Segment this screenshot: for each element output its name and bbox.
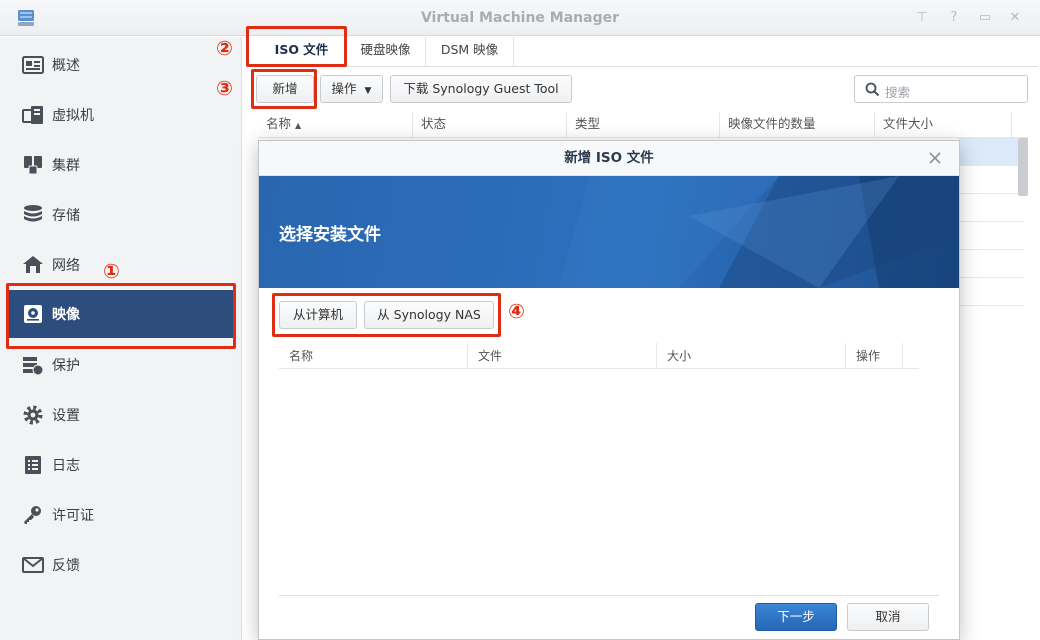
highlight-box-iso-tab <box>246 26 347 67</box>
close-icon[interactable]: ✕ <box>1007 10 1023 26</box>
table-row[interactable] <box>958 166 1024 194</box>
pin-icon[interactable]: ⊤ <box>914 10 930 26</box>
cancel-button[interactable]: 取消 <box>847 603 929 631</box>
sidebar-item-label: 集群 <box>52 158 80 174</box>
search-placeholder: 搜索 <box>885 85 911 100</box>
sort-asc-icon: ▲ <box>295 121 302 130</box>
sidebar-item-label: 虚拟机 <box>52 108 94 124</box>
sidebar-item-label: 概述 <box>52 58 80 74</box>
dialog-banner: 选择安装文件 <box>259 176 959 288</box>
grid-scrollbar[interactable] <box>1018 138 1028 196</box>
vm-icon <box>22 106 43 124</box>
add-iso-dialog: 新增 ISO 文件 选择安装文件 从计算机 从 Synology NAS 名称 … <box>258 140 960 640</box>
column-header-name[interactable]: 名称 <box>279 343 468 369</box>
column-header-action[interactable]: 操作 <box>846 343 903 369</box>
download-guest-tool-button[interactable]: 下载 Synology Guest Tool <box>390 75 572 103</box>
sidebar-item-storage[interactable]: 存储 <box>8 191 234 239</box>
title-bar: Virtual Machine Manager ⊤ ? ▭ ✕ <box>0 0 1040 36</box>
column-header-size[interactable]: 大小 <box>657 343 846 369</box>
column-header-file[interactable]: 文件 <box>468 343 657 369</box>
dialog-footer-divider <box>279 595 939 596</box>
tab-dsm-images[interactable]: DSM 映像 <box>426 37 514 67</box>
overview-icon <box>22 56 44 74</box>
table-row[interactable] <box>958 250 1024 278</box>
action-menu-button[interactable]: 操作 ▼ <box>320 75 383 103</box>
help-icon[interactable]: ? <box>946 10 962 26</box>
sidebar-item-label: 许可证 <box>52 508 94 524</box>
sidebar-item-label: 设置 <box>52 408 80 424</box>
sidebar-item-license[interactable]: 许可证 <box>8 491 234 539</box>
log-icon <box>25 456 41 474</box>
search-icon <box>865 82 880 97</box>
tab-bar: ISO 文件 硬盘映像 DSM 映像 <box>258 37 1038 67</box>
step-marker-3: ③ <box>216 76 233 100</box>
step-marker-4: ④ <box>508 299 525 323</box>
key-icon <box>24 506 41 524</box>
tab-disk-images[interactable]: 硬盘映像 <box>346 37 426 67</box>
column-header-name[interactable]: 名称 ▲ <box>258 112 413 138</box>
sidebar-item-overview[interactable]: 概述 <box>8 41 234 89</box>
window-title: Virtual Machine Manager <box>420 10 620 26</box>
storage-icon <box>24 205 42 222</box>
column-header-type[interactable]: 类型 <box>567 112 720 138</box>
column-header-size[interactable]: 文件大小 <box>875 112 1012 138</box>
sidebar-item-label: 网络 <box>52 258 80 274</box>
step-marker-2: ② <box>216 36 233 60</box>
search-input[interactable]: 搜索 <box>854 75 1028 103</box>
sidebar-item-label: 存储 <box>52 208 80 224</box>
action-label: 操作 <box>331 81 357 96</box>
table-row[interactable] <box>958 278 1024 306</box>
highlight-box-create <box>251 69 317 109</box>
column-header-status[interactable]: 状态 <box>413 112 567 138</box>
settings-icon <box>23 405 43 425</box>
image-grid-header: 名称 ▲ 状态 类型 映像文件的数量 文件大小 <box>258 112 1028 138</box>
maximize-icon[interactable]: ▭ <box>977 10 993 26</box>
mail-icon <box>22 557 44 573</box>
column-header-count[interactable]: 映像文件的数量 <box>720 112 875 138</box>
next-button[interactable]: 下一步 <box>755 603 837 631</box>
sidebar-item-cluster[interactable]: 集群 <box>8 141 234 189</box>
sidebar-item-log[interactable]: 日志 <box>8 441 234 489</box>
highlight-box-image <box>6 283 236 349</box>
highlight-box-source-buttons <box>272 293 501 337</box>
table-row[interactable] <box>958 222 1024 250</box>
cluster-icon <box>24 156 42 175</box>
protection-icon <box>23 357 44 376</box>
step-marker-1: ① <box>103 259 120 283</box>
dialog-title: 新增 ISO 文件 <box>259 141 959 176</box>
sidebar-item-network[interactable]: 网络 <box>8 241 234 289</box>
table-row[interactable] <box>958 138 1024 166</box>
table-row[interactable] <box>958 194 1024 222</box>
sidebar-item-label: 反馈 <box>52 558 80 574</box>
banner-heading: 选择安装文件 <box>279 225 381 245</box>
sidebar-item-vm[interactable]: 虚拟机 <box>8 91 234 139</box>
file-list-header: 名称 文件 大小 操作 <box>279 343 919 369</box>
sidebar-item-feedback[interactable]: 反馈 <box>8 541 234 589</box>
sidebar-item-label: 保护 <box>52 358 80 374</box>
sidebar-item-settings[interactable]: 设置 <box>8 391 234 439</box>
network-icon <box>23 256 43 273</box>
dialog-close-icon[interactable] <box>927 150 943 166</box>
sidebar-item-label: 日志 <box>52 458 80 474</box>
caret-down-icon: ▼ <box>364 86 372 96</box>
